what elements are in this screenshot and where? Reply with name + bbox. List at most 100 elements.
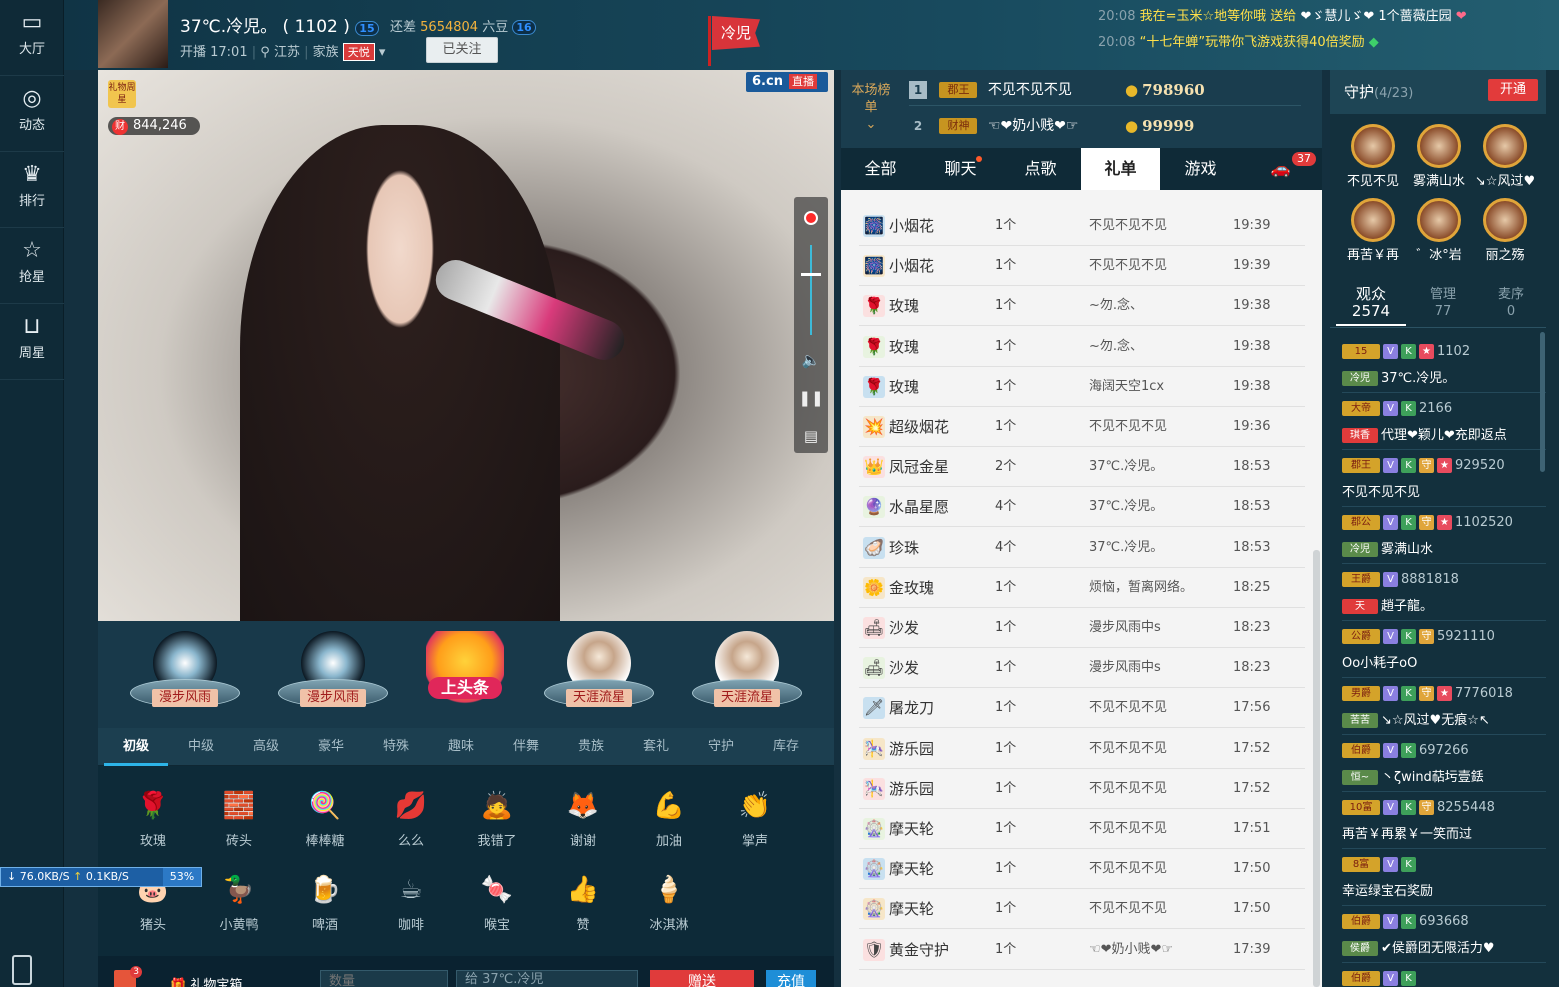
gift-sender[interactable]: 不见不见不见 xyxy=(1089,246,1167,286)
audience-row[interactable]: 郡王 V K 守 ★ 929520 不见不见不见 xyxy=(1342,450,1546,507)
nav-item-hall[interactable]: ▭ 大厅 xyxy=(0,0,64,76)
gift-item[interactable]: 🙇 我错了 xyxy=(462,786,532,866)
tab-car[interactable]: 🚗 37 xyxy=(1241,148,1320,190)
gift-tab[interactable]: 高级 xyxy=(234,728,298,766)
user-name[interactable]: Oo小耗子oO xyxy=(1342,656,1417,671)
gift-item[interactable]: 🧱 砖头 xyxy=(204,786,274,866)
gift-item[interactable]: 💪 加油 xyxy=(634,786,704,866)
tab-songs[interactable]: 点歌 xyxy=(1001,148,1080,190)
record-button[interactable] xyxy=(794,199,828,235)
subtitle-icon[interactable]: ▤ xyxy=(794,418,828,454)
headline-button[interactable]: 上头条 xyxy=(426,631,504,717)
guard-member[interactable]: ↘☆风过♥ xyxy=(1472,124,1538,189)
gift-sender[interactable]: 37℃.冷児。 xyxy=(1089,487,1163,527)
gift-sender[interactable]: 不见不见不见 xyxy=(1089,407,1167,447)
audience-row[interactable]: 15 V K ★ 1102 冷児 37℃.冷児。 xyxy=(1342,336,1546,393)
volume-slider[interactable] xyxy=(794,237,828,337)
user-name[interactable]: 再苦￥再累￥一笑而过 xyxy=(1342,827,1472,842)
gift-sender[interactable]: 不见不见不见 xyxy=(1089,889,1167,929)
gift-sender[interactable]: 不见不见不见 xyxy=(1089,729,1167,769)
gift-sender[interactable]: 不见不见不见 xyxy=(1089,849,1167,889)
gift-tab[interactable]: 趣味 xyxy=(429,728,493,766)
gift-item[interactable]: 💋 么么 xyxy=(376,786,446,866)
gift-week-star-badge[interactable]: 礼物周星 xyxy=(108,80,136,108)
nav-item-week-star[interactable]: ⊔ 周星 xyxy=(0,304,64,380)
tab-viewers[interactable]: 观众 2574 xyxy=(1336,286,1406,326)
quantity-input[interactable] xyxy=(320,970,448,987)
gift-tab[interactable]: 守护 xyxy=(689,728,753,766)
nav-item-rank[interactable]: ♛ 排行 xyxy=(0,152,64,228)
guard-member[interactable]: ゛冰°岩 xyxy=(1406,198,1472,263)
audience-scrollbar[interactable] xyxy=(1540,332,1545,472)
gift-sender[interactable]: ~勿.念、 xyxy=(1089,286,1143,326)
gift-item[interactable]: 👏 掌声 xyxy=(720,786,790,866)
recipient-select[interactable]: 给 37℃.冷児 xyxy=(456,970,638,987)
tab-mic-queue[interactable]: 麦序 0 xyxy=(1476,286,1546,320)
gift-tab[interactable]: 初级 xyxy=(104,728,168,766)
gift-sender[interactable]: 37℃.冷児。 xyxy=(1089,528,1163,568)
gift-sender[interactable]: ☜❤奶小贱❤☞ xyxy=(1089,930,1173,970)
tab-chat[interactable]: 聊天 xyxy=(921,148,1000,190)
gift-item[interactable]: 🍦 冰淇淋 xyxy=(634,870,704,950)
gift-tab[interactable]: 豪华 xyxy=(299,728,363,766)
gift-sender[interactable]: ~勿.念、 xyxy=(1089,327,1143,367)
audience-row[interactable]: 大帝 V K 2166 琪香 代理❤颖儿❤充即返点 xyxy=(1342,393,1546,450)
rank-row[interactable]: 1 郡王 不见不见不见 ● 798960 xyxy=(909,74,1301,106)
tab-gift-list[interactable]: 礼单 xyxy=(1081,148,1160,190)
pause-icon[interactable]: ❚❚ xyxy=(794,380,828,416)
audience-row[interactable]: 10富 V K 守 8255448 再苦￥再累￥一笑而过 xyxy=(1342,792,1546,849)
guard-member[interactable]: 雾满山水 xyxy=(1406,124,1472,189)
guard-member[interactable]: 再苦￥再 xyxy=(1340,198,1406,263)
gift-sender[interactable]: 烦恼，暂离网络。 xyxy=(1089,568,1193,608)
headline-item[interactable]: 漫步风雨 xyxy=(130,631,240,721)
audience-row[interactable]: 公爵 V K 守 5921110 Oo小耗子oO xyxy=(1342,621,1546,678)
gift-sender[interactable]: 37℃.冷児。 xyxy=(1089,447,1163,487)
gift-item[interactable]: 🦊 谢谢 xyxy=(548,786,618,866)
user-name[interactable]: 幸运绿宝石奖励 xyxy=(1342,884,1433,899)
user-name[interactable]: 丶ζwind萜圬壹銩 xyxy=(1381,770,1484,785)
follow-button[interactable]: 已关注 xyxy=(426,37,498,63)
family-badge[interactable]: 天悦 xyxy=(342,43,375,61)
anchor-avatar[interactable] xyxy=(98,0,168,68)
gift-item[interactable]: 🦆 小黄鸭 xyxy=(204,870,274,950)
tab-admins[interactable]: 管理 77 xyxy=(1408,286,1478,320)
mobile-icon[interactable] xyxy=(12,955,32,985)
audience-row[interactable]: 伯爵 V K 693668 侯爵 ✔侯爵团无限活力♥ xyxy=(1342,906,1546,963)
gift-tab[interactable]: 中级 xyxy=(169,728,233,766)
tab-games[interactable]: 游戏 xyxy=(1161,148,1240,190)
gift-item[interactable]: 🍬 喉宝 xyxy=(462,870,532,950)
gift-item[interactable]: ☕ 咖啡 xyxy=(376,870,446,950)
gift-tab[interactable]: 特殊 xyxy=(364,728,428,766)
gift-sender[interactable]: 不见不见不见 xyxy=(1089,809,1167,849)
nav-item-grab-star[interactable]: ☆ 抢星 xyxy=(0,228,64,304)
gift-sender[interactable]: 不见不见不见 xyxy=(1089,688,1167,728)
send-button[interactable]: 赠送 xyxy=(650,970,754,987)
rank-row[interactable]: 2 财神 ☜❤奶小贱❤☞ ● 99999 xyxy=(909,110,1301,142)
gift-item[interactable]: 🍺 啤酒 xyxy=(290,870,360,950)
headline-item[interactable]: 漫步风雨 xyxy=(278,631,388,721)
recharge-button[interactable]: 充值 xyxy=(766,970,816,987)
user-name[interactable]: 代理❤颖儿❤充即返点 xyxy=(1381,428,1507,443)
guard-member[interactable]: 丽之殇 xyxy=(1472,198,1538,263)
audience-row[interactable]: 伯爵 V K xyxy=(1342,963,1546,987)
headline-item[interactable]: 天涯流星 xyxy=(692,631,802,721)
user-name[interactable]: 不见不见不见 xyxy=(1342,485,1420,500)
rank-label[interactable]: 本场榜单 ⌄ xyxy=(849,82,893,133)
user-name[interactable]: 37℃.冷児。 xyxy=(1381,371,1455,386)
user-name[interactable]: 雾满山水 xyxy=(1381,542,1433,557)
user-name[interactable]: ✔侯爵团无限活力♥ xyxy=(1381,941,1495,956)
user-name[interactable]: ↘☆风过♥无痕☆↖ xyxy=(1381,713,1490,728)
audience-row[interactable]: 男爵 V K 守 ★ 7776018 苦苦 ↘☆风过♥无痕☆↖ xyxy=(1342,678,1546,735)
gift-box-label[interactable]: 🎁 礼物宝箱 xyxy=(170,974,242,987)
gift-sender[interactable]: 不见不见不见 xyxy=(1089,206,1167,246)
user-name[interactable]: 趙子龍。 xyxy=(1381,599,1433,614)
gift-item[interactable]: 🍭 棒棒糖 xyxy=(290,786,360,866)
gift-box-icon[interactable]: 3 xyxy=(114,966,142,987)
volume-handle[interactable] xyxy=(801,273,821,276)
gift-tab[interactable]: 套礼 xyxy=(624,728,688,766)
gift-sender[interactable]: 漫步风雨中s xyxy=(1089,608,1161,648)
audience-row[interactable]: 郡公 V K 守 ★ 1102520 冷児 雾满山水 xyxy=(1342,507,1546,564)
speaker-icon[interactable]: 🔈 xyxy=(794,342,828,378)
gift-sender[interactable]: 漫步风雨中s xyxy=(1089,648,1161,688)
gift-tab[interactable]: 伴舞 xyxy=(494,728,558,766)
